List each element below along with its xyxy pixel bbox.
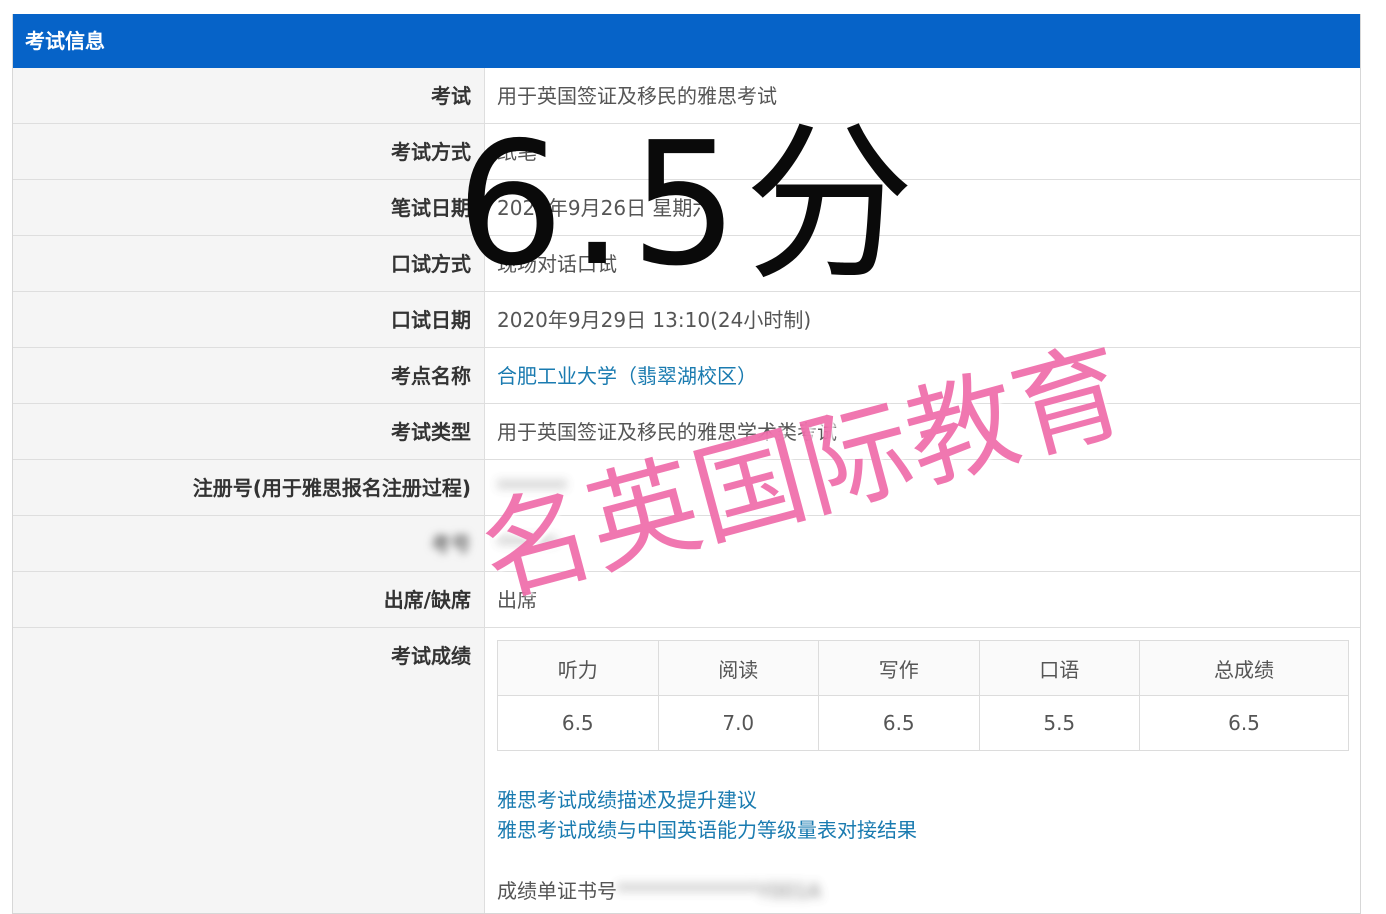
info-row-test-center: 考点名称 合肥工业大学（翡翠湖校区） bbox=[13, 348, 1360, 404]
score-mapping-link[interactable]: 雅思考试成绩与中国英语能力等级量表对接结果 bbox=[497, 815, 1349, 845]
row-label: 考点名称 bbox=[13, 348, 485, 403]
row-label: 口试方式 bbox=[13, 236, 485, 291]
score-listening: 6.5 bbox=[497, 695, 659, 751]
row-label: 考号 bbox=[13, 516, 485, 571]
score-header-writing: 写作 bbox=[818, 640, 980, 696]
certificate-number: 成绩单证书号**************Y001A bbox=[497, 875, 1349, 904]
certificate-label: 成绩单证书号 bbox=[497, 879, 617, 903]
panel-header: 考试信息 bbox=[13, 14, 1360, 68]
score-header-row: 听力 阅读 写作 口语 总成绩 bbox=[497, 640, 1349, 696]
row-label: 口试日期 bbox=[13, 292, 485, 347]
score-writing: 6.5 bbox=[818, 695, 980, 751]
certificate-value-redacted: **************Y001A bbox=[617, 879, 822, 903]
info-row-attendance: 出席/缺席 出席 bbox=[13, 572, 1360, 628]
score-speaking: 5.5 bbox=[978, 695, 1140, 751]
row-label: 考试 bbox=[13, 68, 485, 123]
score-header-speaking: 口语 bbox=[978, 640, 1140, 696]
score-area: 听力 阅读 写作 口语 总成绩 6.5 7.0 6.5 5.5 6.5 雅思考试… bbox=[485, 628, 1360, 913]
score-description-link[interactable]: 雅思考试成绩描述及提升建议 bbox=[497, 785, 1349, 815]
score-overall: 6.5 bbox=[1139, 695, 1349, 751]
row-label: 考试成绩 bbox=[13, 628, 485, 913]
row-label: 笔试日期 bbox=[13, 180, 485, 235]
row-label: 考试方式 bbox=[13, 124, 485, 179]
row-label: 注册号(用于雅思报名注册过程) bbox=[13, 460, 485, 515]
overlay-score-text: 6.5分 bbox=[456, 106, 921, 304]
row-label: 考试类型 bbox=[13, 404, 485, 459]
score-reading: 7.0 bbox=[657, 695, 819, 751]
score-header-listening: 听力 bbox=[497, 640, 659, 696]
score-value-row: 6.5 7.0 6.5 5.5 6.5 bbox=[497, 695, 1349, 751]
score-links: 雅思考试成绩描述及提升建议 雅思考试成绩与中国英语能力等级量表对接结果 bbox=[497, 785, 1349, 845]
row-label: 出席/缺席 bbox=[13, 572, 485, 627]
score-header-overall: 总成绩 bbox=[1139, 640, 1349, 696]
score-header-reading: 阅读 bbox=[657, 640, 819, 696]
score-table: 听力 阅读 写作 口语 总成绩 6.5 7.0 6.5 5.5 6.5 bbox=[497, 640, 1349, 751]
info-row-scores: 考试成绩 听力 阅读 写作 口语 总成绩 6.5 7.0 6.5 5.5 6.5 bbox=[13, 628, 1360, 913]
